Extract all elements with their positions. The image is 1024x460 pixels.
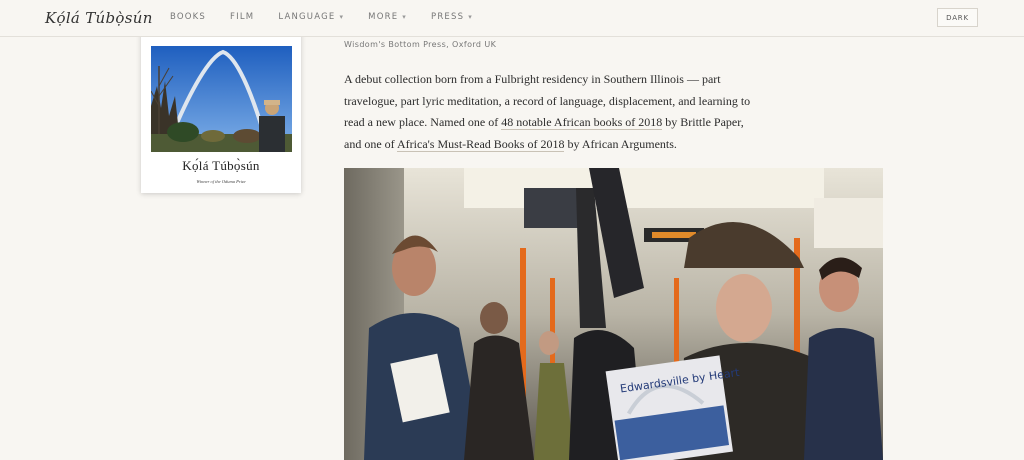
nav-books[interactable]: BOOKS xyxy=(170,12,206,22)
cover-photo xyxy=(151,46,292,152)
nav-film-label: FILM xyxy=(230,12,255,22)
description-outro: by African Arguments. xyxy=(564,136,677,151)
dark-mode-toggle[interactable]: DARK xyxy=(937,8,978,27)
chevron-down-icon: ▾ xyxy=(339,13,345,21)
book-cover[interactable]: Kọ́lá Túbọ̀sún Winner of the Oduma Prize xyxy=(141,30,301,193)
site-logo[interactable]: Kọ́lá Túbọ̀sún xyxy=(45,9,153,27)
nav-film[interactable]: FILM xyxy=(230,12,254,22)
nav-language-label: LANGUAGE xyxy=(278,12,336,22)
nav-books-label: BOOKS xyxy=(170,12,207,22)
publisher-line: Wisdom's Bottom Press, Oxford UK xyxy=(344,40,497,49)
chevron-down-icon: ▾ xyxy=(468,13,473,21)
cover-author: Kọ́lá Túbọ̀sún xyxy=(182,158,260,173)
notable-books-link[interactable]: 48 notable African books of 2018 xyxy=(501,115,663,130)
site-header: Kọ́lá Túbọ̀sún BOOKS FILM LANGUAGE ▾ MORE… xyxy=(0,0,1024,37)
nav-language[interactable]: LANGUAGE ▾ xyxy=(278,12,344,22)
book-description: A debut collection born from a Fulbright… xyxy=(344,69,754,155)
must-read-link[interactable]: Africa's Must-Read Books of 2018 xyxy=(397,136,565,152)
main-nav: BOOKS FILM LANGUAGE ▾ MORE ▾ PRESS ▾ xyxy=(170,12,497,22)
nav-more[interactable]: MORE ▾ xyxy=(368,12,407,22)
nav-more-label: MORE xyxy=(368,12,399,22)
nav-press[interactable]: PRESS ▾ xyxy=(431,12,473,22)
nav-press-label: PRESS xyxy=(431,12,465,22)
chevron-down-icon: ▾ xyxy=(402,13,407,21)
cover-subtitle: Winner of the Oduma Prize xyxy=(196,179,246,184)
subway-photo: Edwardsville by Heart xyxy=(344,168,883,460)
